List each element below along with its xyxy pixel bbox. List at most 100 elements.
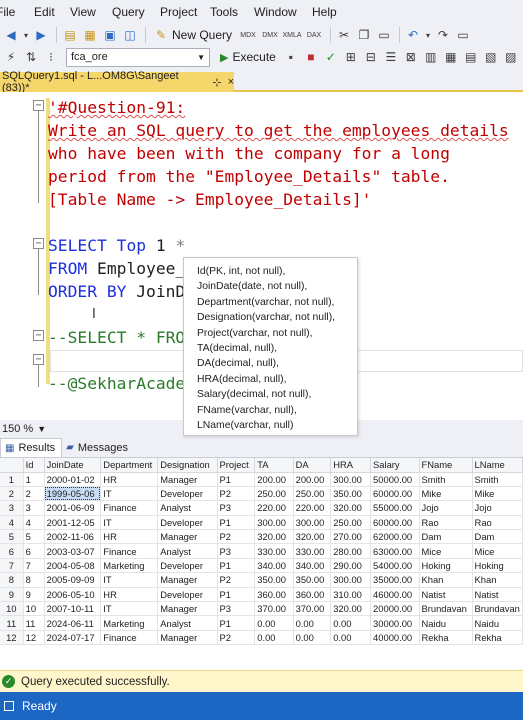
table-cell[interactable]: Manager xyxy=(157,601,218,617)
menu-edit[interactable]: Edit xyxy=(34,5,70,19)
table-row[interactable]: 3 3 2001-06-09 Finance Analyst P3 220.00 220.00… xyxy=(0,500,523,516)
forward-icon[interactable]: ▶ xyxy=(32,26,50,44)
zoom-level[interactable]: 150 % xyxy=(2,423,33,435)
column-header[interactable]: Department xyxy=(100,458,159,473)
collapse-icon[interactable]: − xyxy=(33,238,44,249)
table-row[interactable]: 2 2 1999-05-06 IT Developer P2 250.00 250.00 350… xyxy=(0,486,523,502)
column-header[interactable]: HRA xyxy=(330,458,372,473)
table-cell[interactable]: Analyst xyxy=(157,500,218,516)
menu-project[interactable]: Project xyxy=(160,5,210,19)
table-cell[interactable]: 290.00 xyxy=(330,558,372,574)
table-cell[interactable]: Smith xyxy=(419,472,473,487)
table-cell[interactable]: 330.00 xyxy=(254,543,294,559)
parse-icon[interactable]: ✓ xyxy=(322,48,340,66)
table-cell[interactable]: 2004-05-08 xyxy=(44,558,102,574)
row-number[interactable]: 3 xyxy=(0,500,24,516)
table-cell[interactable]: Dam xyxy=(419,529,473,545)
change-connection-icon[interactable]: ⇅ xyxy=(22,48,40,66)
database-select[interactable]: fca_ore ▼ xyxy=(66,47,210,67)
row-number[interactable]: 1 xyxy=(0,472,24,487)
row-number[interactable]: 12 xyxy=(0,630,24,646)
table-cell[interactable]: 30000.00 xyxy=(370,615,420,631)
table-cell[interactable]: HR xyxy=(100,587,159,603)
table-cell[interactable]: Developer xyxy=(157,515,218,531)
save-all-icon[interactable]: ◫ xyxy=(121,26,139,44)
row-number[interactable]: 4 xyxy=(0,515,24,531)
toolbar-more-icon[interactable]: ▭ xyxy=(454,26,472,44)
table-cell[interactable]: 3 xyxy=(23,500,45,516)
collapse-icon[interactable]: − xyxy=(33,100,44,111)
table-cell[interactable]: 12 xyxy=(23,630,45,646)
menu-tools[interactable]: Tools xyxy=(210,5,254,19)
debug-icon[interactable]: ▪ xyxy=(282,48,300,66)
table-cell[interactable]: Rekha xyxy=(419,630,473,646)
table-cell[interactable]: IT xyxy=(100,572,159,588)
table-cell[interactable]: 280.00 xyxy=(330,543,372,559)
table-cell[interactable]: HR xyxy=(100,472,159,487)
table-cell[interactable]: Dam xyxy=(472,529,523,545)
table-cell[interactable]: 370.00 xyxy=(254,601,294,617)
table-cell[interactable]: 20000.00 xyxy=(370,601,420,617)
paste-icon[interactable]: ▭ xyxy=(375,26,393,44)
table-cell[interactable]: Khan xyxy=(472,572,523,588)
table-cell[interactable]: 320.00 xyxy=(330,500,372,516)
table-cell[interactable]: Rao xyxy=(472,515,523,531)
redo-icon[interactable]: ↷ xyxy=(434,26,452,44)
table-cell[interactable]: 0.00 xyxy=(293,615,332,631)
mdx-query-icon[interactable]: MDX xyxy=(238,26,258,44)
table-cell[interactable]: P2 xyxy=(217,572,256,588)
table-cell[interactable]: 340.00 xyxy=(254,558,294,574)
table-cell[interactable]: 2003-03-07 xyxy=(44,543,102,559)
client-stats-icon[interactable]: ▦ xyxy=(442,48,460,66)
table-cell[interactable]: 8 xyxy=(23,572,45,588)
table-cell[interactable]: Hoking xyxy=(472,558,523,574)
table-cell[interactable]: 300.00 xyxy=(254,515,294,531)
table-cell[interactable]: 46000.00 xyxy=(370,587,420,603)
dax-query-icon[interactable]: DAX xyxy=(304,26,324,44)
table-cell[interactable]: 2024-07-17 xyxy=(44,630,102,646)
table-cell[interactable]: 40000.00 xyxy=(370,630,420,646)
table-cell[interactable]: 320.00 xyxy=(293,529,332,545)
table-cell[interactable]: Manager xyxy=(157,472,218,487)
results-grid[interactable]: Id JoinDate Department Designation Project TA… xyxy=(0,458,523,670)
table-cell[interactable]: 250.00 xyxy=(330,515,372,531)
pin-icon[interactable]: ⊹ xyxy=(212,76,221,89)
table-cell[interactable]: P2 xyxy=(217,529,256,545)
table-cell[interactable]: Brundavan xyxy=(472,601,523,617)
table-cell[interactable]: 54000.00 xyxy=(370,558,420,574)
table-cell[interactable]: 7 xyxy=(23,558,45,574)
tab-results[interactable]: ▦ Results xyxy=(0,438,63,457)
row-number[interactable]: 7 xyxy=(0,558,24,574)
table-cell[interactable]: 350.00 xyxy=(330,486,372,502)
table-cell[interactable]: P3 xyxy=(217,601,256,617)
table-cell[interactable]: 370.00 xyxy=(293,601,332,617)
table-cell[interactable]: Mice xyxy=(472,543,523,559)
table-cell[interactable]: Developer xyxy=(157,558,218,574)
table-cell[interactable]: IT xyxy=(100,486,159,502)
table-cell[interactable]: Naidu xyxy=(472,615,523,631)
table-cell[interactable]: 62000.00 xyxy=(370,529,420,545)
column-header[interactable]: JoinDate xyxy=(44,458,102,473)
table-cell[interactable]: HR xyxy=(100,529,159,545)
table-cell[interactable]: 2000-01-02 xyxy=(44,472,102,487)
actual-plan-icon[interactable]: ⊠ xyxy=(402,48,420,66)
table-cell[interactable]: Naidu xyxy=(419,615,473,631)
column-header[interactable]: Id xyxy=(23,458,45,473)
column-header[interactable]: Designation xyxy=(157,458,218,473)
close-icon[interactable]: × xyxy=(228,76,234,88)
row-number[interactable]: 5 xyxy=(0,529,24,545)
table-cell[interactable]: Jojo xyxy=(472,500,523,516)
table-cell[interactable]: Finance xyxy=(100,543,159,559)
copy-icon[interactable]: ❐ xyxy=(355,26,373,44)
table-cell[interactable]: P1 xyxy=(217,587,256,603)
table-cell[interactable]: 1999-05-06 xyxy=(44,486,102,502)
table-cell[interactable]: 4 xyxy=(23,515,45,531)
table-cell[interactable]: 11 xyxy=(23,615,45,631)
back-icon[interactable]: ◀ xyxy=(2,26,20,44)
table-cell[interactable]: 0.00 xyxy=(293,630,332,646)
table-cell[interactable]: Hoking xyxy=(419,558,473,574)
table-cell[interactable]: Jojo xyxy=(419,500,473,516)
table-cell[interactable]: 350.00 xyxy=(293,572,332,588)
table-cell[interactable]: 300.00 xyxy=(330,472,372,487)
table-cell[interactable]: 320.00 xyxy=(330,601,372,617)
